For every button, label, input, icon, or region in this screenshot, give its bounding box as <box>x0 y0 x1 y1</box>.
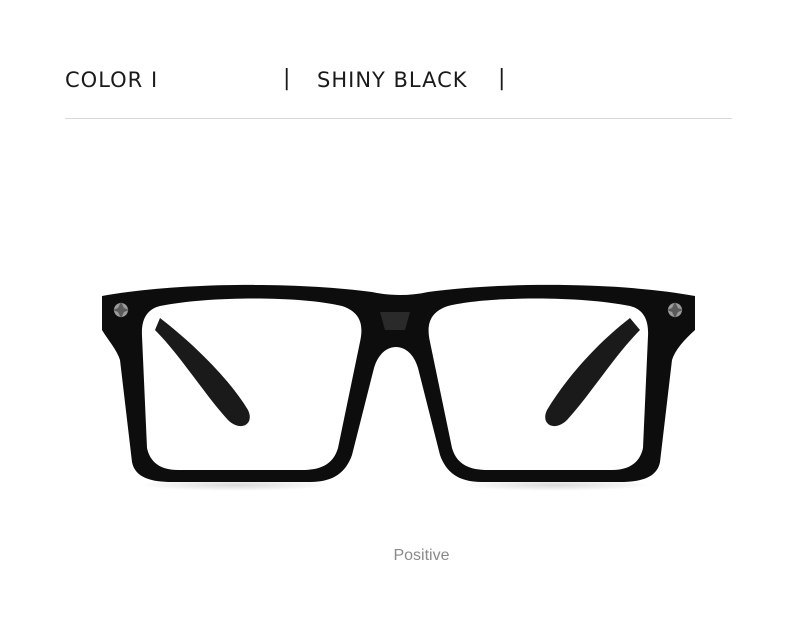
right-temple <box>545 318 640 427</box>
separator-right: | <box>498 66 506 91</box>
color-label: COLOR I <box>65 68 159 92</box>
view-caption: Positive <box>393 547 450 564</box>
separator-left: | <box>283 66 291 91</box>
color-value: SHINY BLACK <box>317 68 468 92</box>
color-header: COLOR I | SHINY BLACK | <box>0 0 790 120</box>
left-temple <box>155 318 250 427</box>
header-divider <box>65 118 732 119</box>
eyeglasses-image <box>102 284 695 491</box>
bridge <box>380 312 410 330</box>
